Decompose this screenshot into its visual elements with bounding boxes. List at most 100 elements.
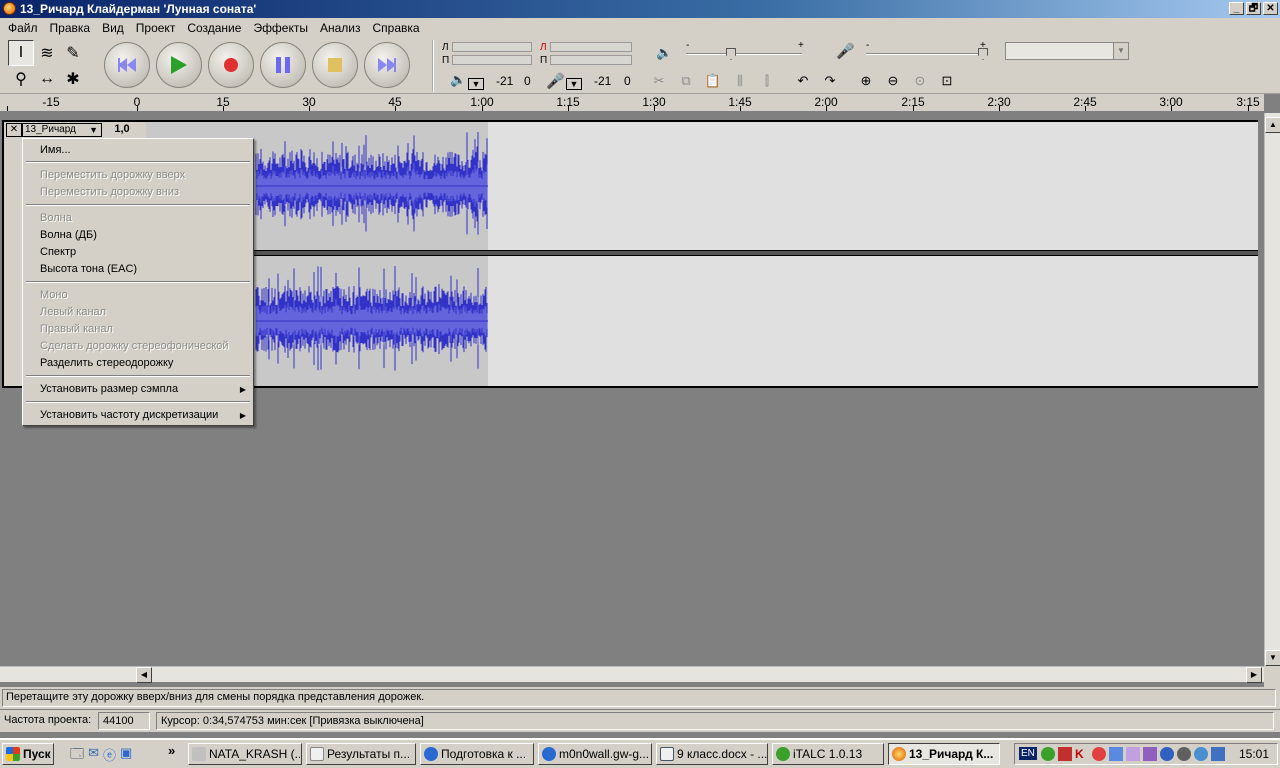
skip-to-start-button[interactable] [104,42,150,88]
quicklaunch-explorer-icon[interactable]: 🗔 [70,745,84,767]
timeline-ruler[interactable]: -15 0 15 30 45 1:00 1:15 1:30 1:45 2:00 2:15 2:30 2:… [0,94,1264,112]
meter-in-left-label: Л [540,42,547,53]
fit-project-icon[interactable]: ⊡ [934,69,960,93]
menu-item-split-stereo[interactable]: Разделить стереодорожку [40,357,173,369]
tray-app-icon[interactable] [1126,747,1140,761]
menu-item-pitch[interactable]: Высота тона (EAC) [40,263,137,275]
output-meter-dropdown[interactable]: ▼ [468,78,484,90]
quicklaunch-more-icon[interactable]: » [168,743,175,758]
speaker-icon[interactable]: 🔈 [450,72,466,88]
quicklaunch-ie-icon[interactable]: ⓔ [103,745,116,767]
skip-to-end-button[interactable] [364,42,410,88]
cut-icon[interactable]: ✂ [646,69,672,93]
tray-connection-icon[interactable] [1194,747,1208,761]
track-close-button[interactable]: ✕ [6,123,22,137]
quicklaunch-media-icon[interactable]: ▣ [120,745,132,767]
output-meter-left[interactable] [452,42,532,52]
tray-manager-icon[interactable] [1143,747,1157,761]
scroll-down-button[interactable]: ▼ [1265,650,1280,666]
quicklaunch-outlook-icon[interactable]: ✉ [88,745,99,767]
input-meter-dropdown[interactable]: ▼ [566,78,582,90]
zoom-tool-icon[interactable]: ⚲ [8,66,34,92]
envelope-tool-icon[interactable]: ≋ [34,40,60,66]
trim-icon[interactable]: ⫼ [727,69,753,93]
taskbar-item-audacity[interactable]: 13_Ричард К... [888,743,1000,765]
input-source-select[interactable]: ▼ [1005,42,1129,60]
scroll-left-button[interactable]: ◀ [136,667,152,683]
play-button[interactable] [156,42,202,88]
tray-network-icon[interactable] [1109,747,1123,761]
menu-item-sample-rate[interactable]: Установить частоту дискретизации [40,409,218,421]
close-window-button[interactable]: ✕ [1263,2,1278,15]
chevron-down-icon: ▼ [89,125,98,135]
play-icon [171,56,187,74]
copy-icon[interactable]: ⧉ [673,69,699,93]
waveform-left-channel[interactable] [146,122,1258,250]
menu-file[interactable]: Файл [2,18,44,38]
stop-button[interactable] [312,42,358,88]
minimize-button[interactable]: _ [1229,2,1244,15]
output-meter-right[interactable] [452,55,532,65]
undo-icon[interactable]: ↶ [790,69,816,93]
taskbar-item-word[interactable]: 9 класс.docx - ... [656,743,768,765]
taskbar-item-italc[interactable]: iTALC 1.0.13 [772,743,884,765]
horizontal-scrollbar[interactable]: ◀ ▶ [0,666,1264,683]
track-name-button[interactable]: 13_Ричард ▼ [22,123,102,137]
draw-tool-icon[interactable]: ✎ [60,40,86,66]
cursor-position-text: Курсор: 0:34,574753 мин:сек [Привязка вы… [161,715,424,727]
redo-icon[interactable]: ↷ [817,69,843,93]
selection-tool-icon[interactable]: I [8,40,34,66]
output-volume-thumb[interactable] [726,48,736,60]
input-volume-thumb[interactable] [978,48,988,60]
taskbar-item-explorer[interactable]: NATA_KRASH (... [188,743,302,765]
menu-effects[interactable]: Эффекты [247,18,314,38]
zoom-in-icon[interactable]: ⊕ [853,69,879,93]
paste-icon[interactable]: 📋 [700,69,726,93]
menu-view[interactable]: Вид [96,18,130,38]
tray-update-icon[interactable] [1160,747,1174,761]
multi-tool-icon[interactable]: ✱ [60,66,86,92]
language-indicator[interactable]: EN [1019,747,1037,760]
tray-kaspersky-icon[interactable]: K [1075,747,1089,761]
zoom-out-icon[interactable]: ⊖ [880,69,906,93]
stop-icon [328,58,342,72]
start-button[interactable]: Пуск [2,743,54,765]
pause-button[interactable] [260,42,306,88]
output-volume-slider[interactable] [686,53,802,55]
tray-antivirus-icon[interactable] [1092,747,1106,761]
tray-settings-icon[interactable] [1177,747,1191,761]
record-button[interactable] [208,42,254,88]
menu-item-name[interactable]: Имя... [40,144,71,156]
waveform-right-channel[interactable] [146,256,1258,386]
menu-item-spectrum[interactable]: Спектр [40,246,76,258]
scroll-up-button[interactable]: ▲ [1265,117,1280,133]
taskbar-item-results[interactable]: Результаты п... [306,743,416,765]
menu-help[interactable]: Справка [367,18,426,38]
microphone-icon[interactable]: 🎤 [546,72,565,90]
menu-project[interactable]: Проект [130,18,182,38]
taskbar-item-preparation[interactable]: Подготовка к ... [420,743,534,765]
mixer-toolbar: 🔈 - + 🎤 - + [646,40,1002,68]
menu-edit[interactable]: Правка [44,18,97,38]
input-volume-slider[interactable] [866,53,984,55]
window-title: 13_Ричард Клайдерман 'Лунная соната' [20,2,257,16]
menu-item-sample-size[interactable]: Установить размер сэмпла [40,383,178,395]
restore-button[interactable]: 🗗 [1246,2,1261,15]
taskbar-item-monowall[interactable]: m0n0wall.gw-g... [538,743,652,765]
vertical-scrollbar[interactable]: ▲ ▼ [1264,113,1280,666]
menu-analyze[interactable]: Анализ [314,18,367,38]
input-meter-right[interactable] [550,55,632,65]
tray-display-icon[interactable] [1211,747,1225,761]
tray-volume-icon[interactable] [1058,747,1072,761]
menu-bar: Файл Правка Вид Проект Создание Эффекты … [0,18,1280,38]
skip-start-icon [118,58,136,72]
menu-generate[interactable]: Создание [181,18,247,38]
tray-italc-icon[interactable] [1041,747,1055,761]
silence-icon[interactable]: ⫿ [754,69,780,93]
project-rate-field[interactable]: 44100 [98,712,150,730]
fit-selection-icon[interactable]: ⊙ [907,69,933,93]
input-meter-left[interactable] [550,42,632,52]
menu-item-wave-db[interactable]: Волна (ДБ) [40,229,97,241]
timeshift-tool-icon[interactable]: ↔ [34,66,60,92]
scroll-right-button[interactable]: ▶ [1246,667,1262,683]
